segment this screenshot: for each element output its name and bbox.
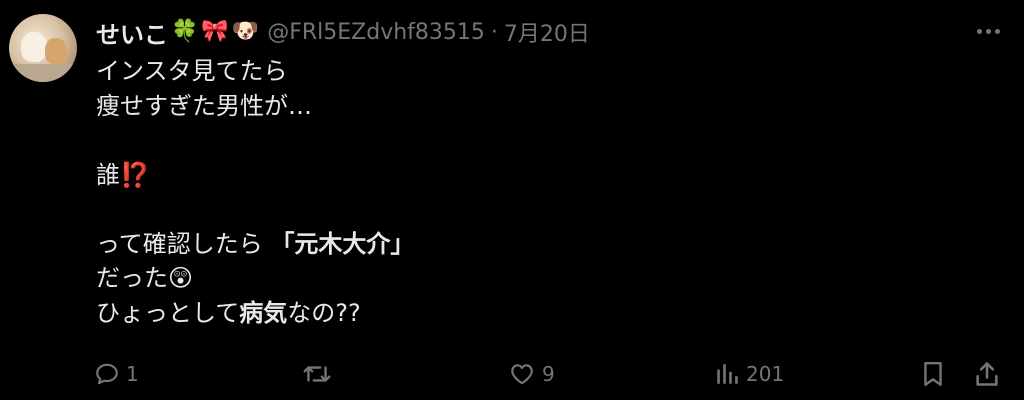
share-button[interactable] <box>973 354 1001 394</box>
views-icon <box>717 364 738 384</box>
tweet-text-line: インスタ見てたら <box>96 54 414 89</box>
reply-count: 1 <box>126 362 139 386</box>
avatar-dog-white <box>21 32 47 62</box>
more-icon-dot <box>985 28 991 34</box>
ribbon-emoji: 🎀 <box>201 19 229 44</box>
tweet-text-segment: インスタ見てたら <box>96 57 288 85</box>
tweet-text-segment: 「元木大介」 <box>270 229 415 258</box>
tweet-text-segment: ⁉️ <box>120 160 150 189</box>
action-bar: 1 9 201 <box>0 354 1024 394</box>
views-button[interactable]: 201 <box>714 354 784 394</box>
separator-dot: · <box>490 19 498 45</box>
tweet-text-line: って確認したら 「元木大介」 <box>96 227 414 262</box>
share-icon <box>976 362 998 386</box>
display-name[interactable]: せいこ <box>96 15 168 50</box>
tweet-text-segment: 痩せすぎた男性が… <box>96 91 312 120</box>
tweet-text-line: 誰⁉️ <box>96 158 414 193</box>
tweet-text: インスタ見てたら 痩せすぎた男性が… 誰⁉️ って確認したら 「元木大介」 だった😲 ひょ… <box>96 54 414 330</box>
avatar-dog-tan <box>45 38 67 64</box>
like-icon <box>511 364 533 385</box>
tweet-text-line: 痩せすぎた男性が… <box>96 89 414 124</box>
tweet-text-segment: なの?? <box>287 298 361 327</box>
tweet-header: せいこ 🍀 🎀 🐶 @FRl5EZdvhf83515 · 7月20日 <box>96 14 590 50</box>
user-handle[interactable]: @FRl5EZdvhf83515 <box>267 20 485 45</box>
tweet-text-segment: って確認したら <box>96 229 271 258</box>
more-icon <box>976 28 982 34</box>
tweet-text-segment: 誰 <box>96 160 120 189</box>
retweet-icon <box>303 366 331 382</box>
like-button[interactable]: 9 <box>508 354 555 394</box>
tweet-text-segment: 😲 <box>168 264 194 292</box>
tweet-text-segment: だった <box>96 264 168 292</box>
retweet-button[interactable] <box>302 354 338 394</box>
tweet-text-line: ひょっとして病気なの?? <box>96 296 414 331</box>
bookmark-icon <box>924 362 942 386</box>
tweet-text-line: だった😲 <box>96 261 414 296</box>
tweet-text-segment: ひょっとして <box>96 298 240 327</box>
avatar-floor <box>9 64 77 82</box>
post-date[interactable]: 7月20日 <box>504 16 590 48</box>
more-icon-dot <box>994 28 1000 34</box>
avatar[interactable] <box>9 14 77 82</box>
bookmark-button[interactable] <box>920 354 946 394</box>
reply-icon <box>96 363 118 385</box>
clover-emoji: 🍀 <box>171 19 199 44</box>
view-count: 201 <box>746 362 785 386</box>
tweet-text-segment: 病気 <box>239 298 288 327</box>
tweet[interactable]: せいこ 🍀 🎀 🐶 @FRl5EZdvhf83515 · 7月20日 インスタ見… <box>0 0 1024 400</box>
reply-button[interactable]: 1 <box>94 354 139 394</box>
like-count: 9 <box>542 362 555 386</box>
dog-emoji: 🐶 <box>231 19 260 44</box>
more-options-button[interactable] <box>968 16 1008 46</box>
